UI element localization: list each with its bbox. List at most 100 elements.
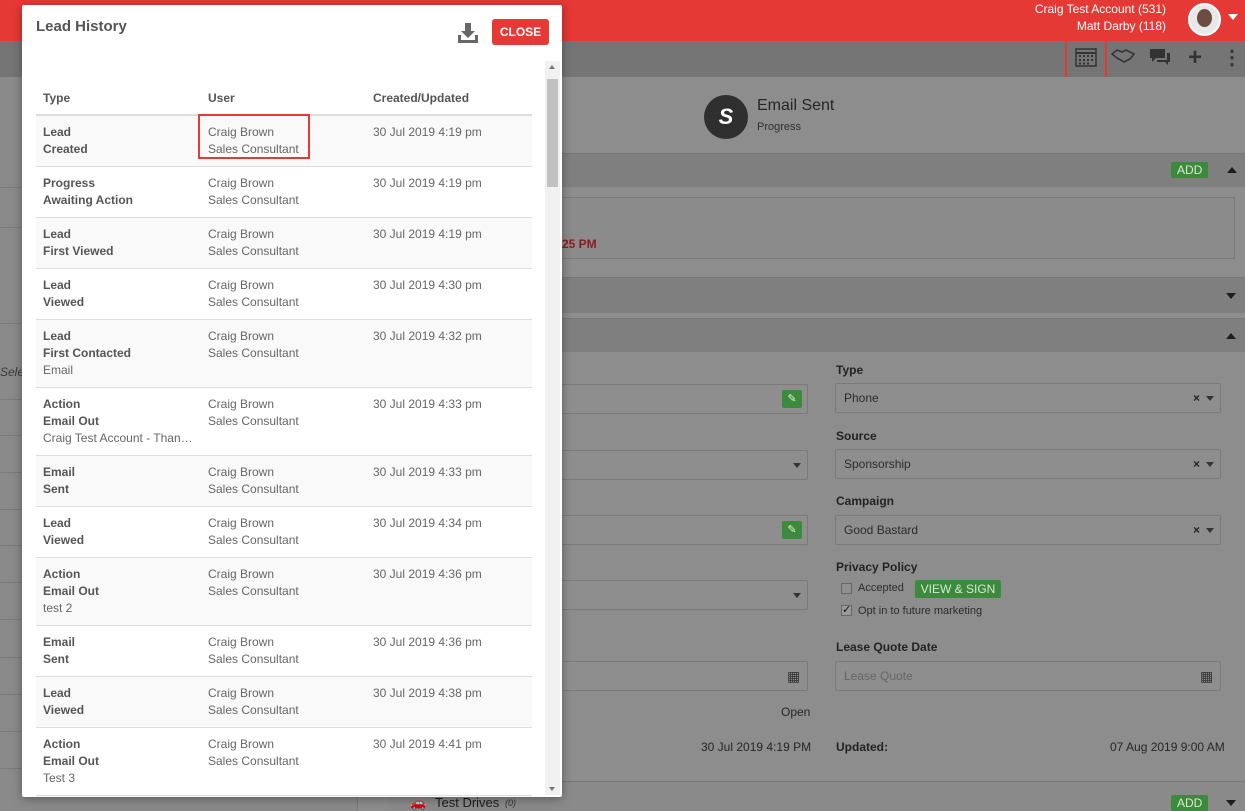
history-table: Type User Created/Updated Lead Created Cra…	[36, 81, 532, 797]
user-cell: Craig Brown Sales Consultant	[201, 557, 366, 626]
type-cell: Lead Viewed	[36, 506, 201, 558]
chevron-down-icon[interactable]	[1206, 462, 1214, 467]
table-row: Lead First Contacted Email Craig Brown Sales…	[36, 319, 532, 388]
history-event: Email Out	[43, 414, 100, 428]
history-role: Sales Consultant	[208, 193, 299, 207]
history-user: Craig Brown	[208, 329, 275, 343]
plus-icon[interactable]: +	[1182, 46, 1208, 70]
history-category: Lead	[43, 686, 72, 700]
scroll-thumb[interactable]	[547, 79, 558, 187]
type-select[interactable]: Phone ×	[835, 383, 1221, 413]
add-test-drive-button[interactable]: ADD	[1171, 795, 1209, 811]
history-category: Action	[43, 567, 81, 581]
scroll-down-icon[interactable]	[549, 787, 555, 791]
date-cell: 30 Jul 2019 4:34 pm	[366, 506, 532, 558]
type-cell: Action Email Out Craig Test Account - Than…	[36, 387, 201, 456]
history-user: Craig Brown	[208, 278, 275, 292]
chevron-down-icon[interactable]	[1206, 396, 1214, 401]
lease-quote-label: Lease Quote Date	[836, 640, 938, 654]
stage-subtitle: Progress	[757, 121, 802, 133]
calendar-icon[interactable]: ▦	[787, 668, 800, 685]
collapse-icon[interactable]	[1226, 333, 1236, 339]
calendar-icon[interactable]	[1073, 47, 1099, 69]
clear-icon[interactable]: ×	[1193, 384, 1200, 412]
history-event: Viewed	[43, 703, 85, 717]
chevron-down-icon[interactable]	[1228, 14, 1238, 20]
history-role: Sales Consultant	[208, 295, 299, 309]
accepted-checkbox[interactable]	[841, 583, 852, 594]
calendar-icon[interactable]: ▦	[1200, 668, 1213, 685]
type-cell: Email	[36, 795, 201, 797]
chat-icon[interactable]	[1147, 47, 1173, 69]
history-category: Action	[43, 397, 81, 411]
history-scroll-area[interactable]: Type User Created/Updated Lead Created Cra…	[36, 59, 560, 797]
left-field-2[interactable]	[558, 450, 808, 480]
history-category: Lead	[43, 227, 72, 241]
download-icon[interactable]	[456, 21, 480, 45]
user-cell: Craig Brown Sales Consultant	[201, 268, 366, 320]
history-category: Progress	[43, 176, 96, 190]
account-switcher[interactable]: Craig Test Account (531) Matt Darby (118…	[1035, 1, 1166, 35]
history-role: Sales Consultant	[208, 703, 299, 717]
scrollbar[interactable]	[545, 61, 560, 795]
history-user: Craig Brown	[208, 176, 275, 190]
avatar[interactable]	[1188, 3, 1221, 36]
table-row: EmailCraig Brown30 Jul 2019 4:41 pm	[36, 795, 532, 797]
date-cell: 30 Jul 2019 4:33 pm	[366, 387, 532, 456]
view-sign-button[interactable]: VIEW & SIGN	[915, 580, 1001, 598]
expand-icon[interactable]	[1226, 800, 1236, 806]
history-event: Viewed	[43, 533, 85, 547]
test-drives-label: Test Drives	[435, 795, 500, 810]
column-header-user[interactable]: User	[201, 81, 366, 116]
status-value: Open	[781, 705, 811, 719]
lease-quote-placeholder: Lease Quote	[844, 669, 913, 683]
clear-icon[interactable]: ×	[1193, 450, 1200, 478]
history-category: Email	[43, 635, 76, 649]
scroll-up-icon[interactable]	[549, 65, 555, 69]
more-vertical-icon[interactable]: ⋮	[1219, 47, 1245, 69]
clear-icon[interactable]: ×	[1193, 516, 1200, 544]
edit-icon[interactable]: ✎	[782, 390, 802, 408]
handshake-icon[interactable]	[1110, 47, 1136, 69]
left-field-3[interactable]	[558, 515, 808, 545]
history-user: Craig Brown	[208, 737, 275, 751]
table-row: Lead Viewed Craig Brown Sales Consultant 30 …	[36, 506, 532, 558]
column-header-created[interactable]: Created/Updated	[366, 81, 532, 116]
edit-icon[interactable]: ✎	[782, 521, 802, 539]
user-cell: Craig Brown Sales Consultant	[201, 625, 366, 677]
user-cell: Craig Brown Sales Consultant	[201, 217, 366, 269]
history-role: Sales Consultant	[208, 584, 299, 598]
history-category: Lead	[43, 125, 72, 139]
test-drives-count: (0)	[505, 798, 516, 808]
left-field-4[interactable]	[558, 580, 808, 610]
lease-quote-input[interactable]: Lease Quote	[835, 661, 1221, 691]
history-user: Craig Brown	[208, 686, 275, 700]
table-row: Action Email Out Craig Test Account - Than…	[36, 387, 532, 456]
column-header-type[interactable]: Type	[36, 81, 201, 116]
add-note-button[interactable]: ADD	[1171, 162, 1209, 178]
chevron-down-icon[interactable]	[1206, 528, 1214, 533]
campaign-label: Campaign	[836, 494, 895, 508]
type-cell: Lead Viewed	[36, 676, 201, 728]
accepted-label: Accepted	[858, 582, 904, 594]
date-cell: 30 Jul 2019 4:19 pm	[366, 217, 532, 269]
campaign-select[interactable]: Good Bastard ×	[835, 515, 1221, 545]
user-cell: Craig Brown Sales Consultant	[201, 506, 366, 558]
history-role: Sales Consultant	[208, 652, 299, 666]
date-cell: 30 Jul 2019 4:36 pm	[366, 557, 532, 626]
left-date-field[interactable]	[558, 661, 808, 691]
type-cell: Lead First Contacted Email	[36, 319, 201, 388]
stage-icon: S	[704, 95, 748, 139]
collapse-icon[interactable]	[1227, 167, 1237, 173]
source-select[interactable]: Sponsorship ×	[835, 449, 1221, 479]
history-role: Sales Consultant	[208, 346, 299, 360]
user-cell: Craig Brown Sales Consultant	[201, 727, 366, 796]
date-cell: 30 Jul 2019 4:30 pm	[366, 268, 532, 320]
source-value: Sponsorship	[844, 457, 911, 471]
expand-icon[interactable]	[1226, 293, 1236, 299]
table-row: Email Sent Craig Brown Sales Consultant 30 J…	[36, 455, 532, 507]
close-button[interactable]: CLOSE	[492, 19, 549, 45]
type-cell: Email Sent	[36, 625, 201, 677]
left-field-1[interactable]	[558, 384, 808, 414]
optin-checkbox[interactable]	[841, 603, 852, 616]
